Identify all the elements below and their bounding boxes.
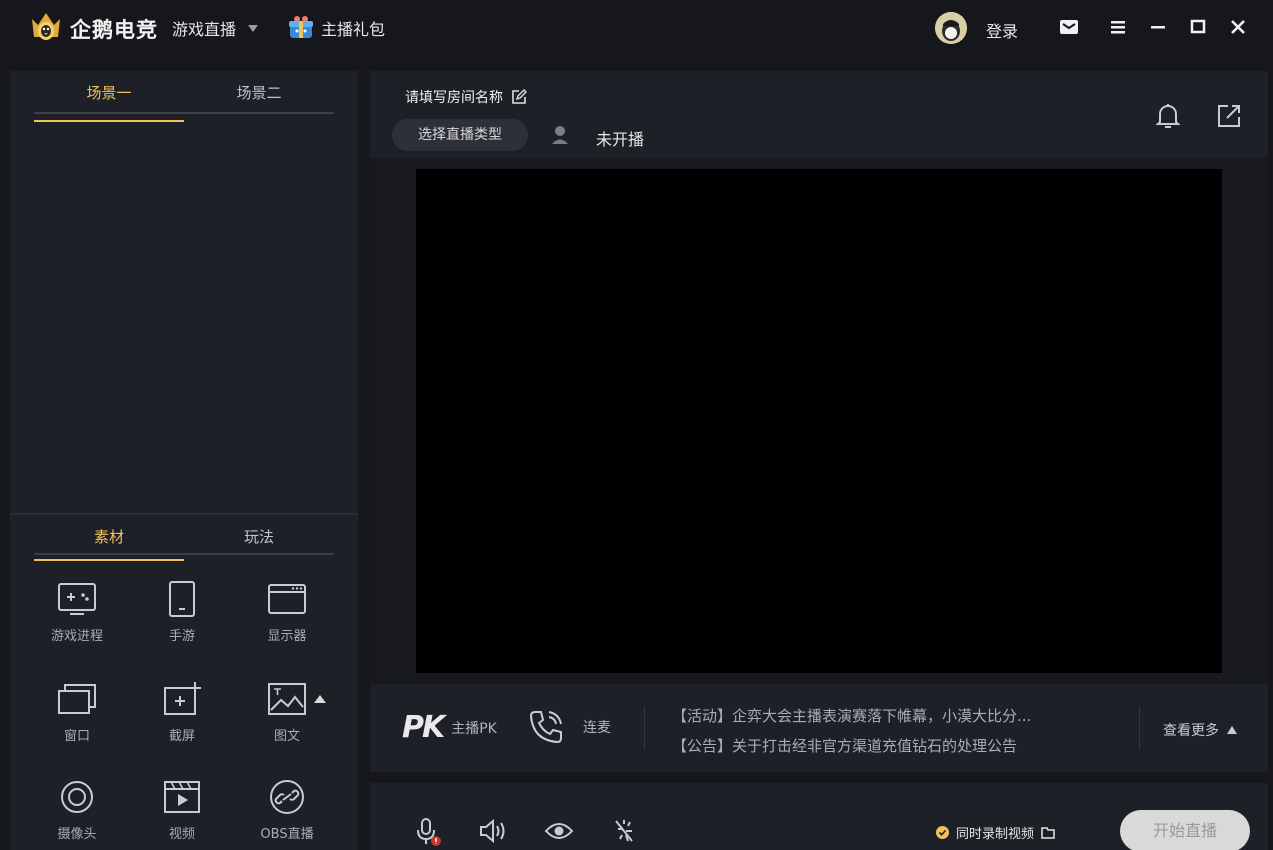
divider bbox=[1139, 706, 1140, 750]
camera-icon bbox=[61, 781, 93, 813]
source-video[interactable]: 视频 bbox=[139, 779, 225, 842]
source-label: 图文 bbox=[273, 729, 300, 744]
close-icon[interactable] bbox=[1228, 17, 1248, 37]
tab-scene-1[interactable]: 场景一 bbox=[34, 81, 184, 122]
effects-off-icon[interactable] bbox=[610, 817, 638, 845]
bell-icon[interactable] bbox=[1155, 102, 1181, 130]
room-header: 请填写房间名称 选择直播类型 未开播 bbox=[370, 71, 1268, 158]
source-label: OBS直播 bbox=[260, 827, 314, 842]
record-label: 同时录制视频 bbox=[956, 827, 1035, 842]
title-bar: 企鹅电竞 游戏直播 主播礼包 登录 bbox=[0, 0, 1273, 58]
share-icon[interactable] bbox=[1216, 103, 1242, 129]
source-label: 摄像头 bbox=[57, 827, 97, 842]
panel-divider bbox=[10, 513, 358, 515]
gift-label: 主播礼包 bbox=[321, 20, 386, 39]
login-button[interactable]: 登录 bbox=[986, 18, 1018, 42]
pk-icon: PK bbox=[402, 710, 445, 745]
menu-icon[interactable] bbox=[1108, 17, 1128, 37]
penguin-logo-icon bbox=[32, 13, 60, 40]
lianmai-button[interactable]: 连麦 bbox=[527, 708, 611, 746]
streamer-pk-button[interactable]: PK 主播PK bbox=[402, 710, 497, 745]
lianmai-label: 连麦 bbox=[583, 720, 611, 736]
source-window[interactable]: 窗口 bbox=[34, 681, 120, 744]
tab-scene-2[interactable]: 场景二 bbox=[184, 81, 334, 112]
person-icon bbox=[552, 126, 568, 144]
microphone-icon[interactable] bbox=[414, 817, 442, 847]
game-live-menu[interactable]: 游戏直播 bbox=[172, 16, 259, 40]
source-screenshot[interactable]: 截屏 bbox=[139, 681, 225, 744]
start-live-button[interactable]: 开始直播 bbox=[1120, 810, 1250, 850]
streamer-gift-link[interactable]: 主播礼包 bbox=[287, 14, 385, 42]
chevron-up-icon bbox=[1227, 726, 1237, 734]
room-name-field[interactable]: 请填写房间名称 bbox=[405, 87, 527, 107]
edit-icon bbox=[512, 89, 527, 104]
video-icon bbox=[164, 781, 200, 813]
source-obs-live[interactable]: OBS直播 bbox=[244, 779, 330, 842]
tab-materials[interactable]: 素材 bbox=[34, 525, 184, 561]
check-icon bbox=[936, 826, 949, 839]
material-tabs: 素材 玩法 bbox=[34, 525, 334, 561]
source-label: 窗口 bbox=[63, 729, 90, 744]
mobile-game-icon bbox=[169, 581, 195, 617]
brand-name: 企鹅电竞 bbox=[70, 18, 158, 42]
scene-tabs: 场景一 场景二 bbox=[34, 81, 334, 122]
obs-link-icon bbox=[270, 780, 304, 814]
source-game-process[interactable]: 游戏进程 bbox=[34, 581, 120, 644]
gift-box-icon bbox=[289, 16, 313, 38]
view-more-button[interactable]: 查看更多 bbox=[1163, 720, 1237, 740]
view-more-label: 查看更多 bbox=[1163, 723, 1219, 739]
source-monitor[interactable]: 显示器 bbox=[244, 581, 330, 644]
notice-activity[interactable]: 【活动】企弈大会主播表演赛落下帷幕，小漠大比分... bbox=[672, 705, 1031, 726]
source-label: 截屏 bbox=[168, 729, 195, 744]
tab-gameplay[interactable]: 玩法 bbox=[184, 525, 334, 553]
phone-icon bbox=[529, 711, 562, 744]
divider bbox=[644, 706, 645, 750]
select-live-type-button[interactable]: 选择直播类型 bbox=[392, 119, 528, 151]
scene-panel: 场景一 场景二 素材 玩法 游戏进程 手游 显示器 窗口 截屏 图文 摄像头 视… bbox=[10, 71, 358, 850]
source-image-text[interactable]: 图文 bbox=[244, 681, 330, 744]
maximize-icon[interactable] bbox=[1188, 17, 1208, 37]
eye-icon[interactable] bbox=[544, 817, 574, 845]
source-camera[interactable]: 摄像头 bbox=[34, 779, 120, 842]
image-text-icon bbox=[268, 683, 306, 715]
monitor-icon bbox=[268, 584, 306, 614]
source-label: 手游 bbox=[168, 629, 195, 644]
source-label: 游戏进程 bbox=[50, 629, 103, 644]
expand-up-icon[interactable] bbox=[314, 695, 326, 703]
chevron-down-icon bbox=[248, 24, 259, 32]
folder-icon[interactable] bbox=[1041, 826, 1055, 839]
window-icon bbox=[58, 684, 96, 714]
avatar[interactable] bbox=[935, 12, 967, 44]
live-status: 未开播 bbox=[596, 130, 645, 149]
live-preview[interactable] bbox=[416, 169, 1222, 673]
game-live-label: 游戏直播 bbox=[172, 20, 237, 39]
info-bar: PK 主播PK 连麦 【活动】企弈大会主播表演赛落下帷幕，小漠大比分... 【公… bbox=[370, 684, 1268, 772]
default-avatar-icon bbox=[935, 12, 967, 44]
minimize-icon[interactable] bbox=[1148, 17, 1168, 37]
source-mobile-game[interactable]: 手游 bbox=[139, 581, 225, 644]
screenshot-icon bbox=[164, 682, 201, 715]
control-bar: 同时录制视频 开始直播 bbox=[370, 783, 1268, 850]
mail-icon[interactable] bbox=[1059, 17, 1079, 37]
room-name-placeholder: 请填写房间名称 bbox=[405, 90, 503, 106]
source-label: 显示器 bbox=[267, 629, 307, 644]
game-process-icon bbox=[58, 583, 96, 615]
record-video-toggle[interactable]: 同时录制视频 bbox=[936, 823, 1055, 842]
speaker-icon[interactable] bbox=[478, 817, 508, 845]
notice-announcement[interactable]: 【公告】关于打击经非官方渠道充值钻石的处理公告 bbox=[672, 735, 1017, 756]
source-label: 视频 bbox=[168, 827, 195, 842]
pk-label: 主播PK bbox=[451, 720, 497, 737]
